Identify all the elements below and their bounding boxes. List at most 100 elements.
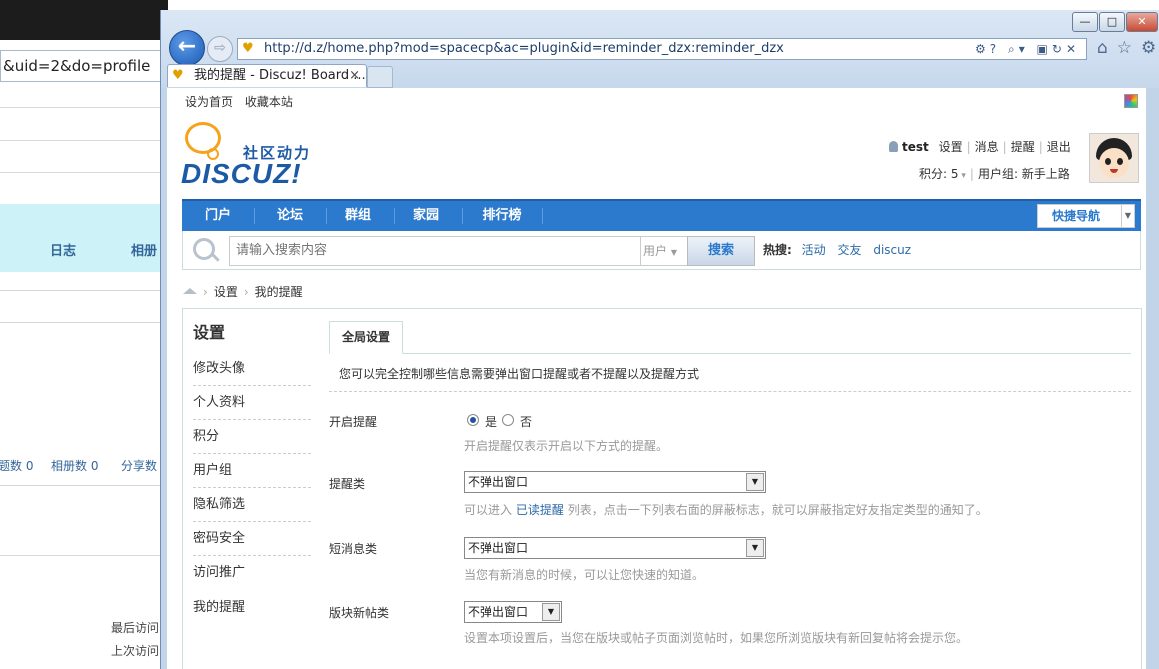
hot-search: 热搜: 活动 交友 discuz: [763, 231, 919, 269]
enable-no-label: 否: [520, 415, 533, 429]
sidebar-item-avatar[interactable]: 修改头像: [193, 352, 311, 386]
sidebar-item-privacy[interactable]: 隐私筛选: [193, 488, 311, 522]
stat-shares[interactable]: 分享数: [121, 457, 157, 474]
search-button[interactable]: 搜索: [687, 236, 755, 266]
nav-forum[interactable]: 论坛: [262, 201, 318, 231]
favicon-icon: ♥: [242, 41, 254, 56]
user-bar: test 设置 | 消息 | 提醒 | 退出: [889, 138, 1071, 155]
forum-new-posts-label: 版块新帖类: [329, 606, 390, 620]
sidebar-item-promotion[interactable]: 访问推广: [193, 556, 311, 589]
hot-search-label: 热搜:: [763, 243, 792, 257]
hot-term-link[interactable]: 交友: [837, 243, 861, 257]
logo-name: DISCUZ!: [181, 158, 302, 189]
nav-portal[interactable]: 门户: [190, 201, 246, 231]
settings-description: 您可以完全控制哪些信息需要弹出窗口提醒或者不提醒以及提醒方式: [339, 367, 700, 381]
maximize-button[interactable]: □: [1099, 12, 1125, 32]
hot-term-link[interactable]: discuz: [873, 243, 911, 257]
address-tools-icon[interactable]: ⚙? ⌕▾ ▣↻✕: [975, 39, 1080, 59]
enable-yes-label: 是: [485, 415, 498, 429]
browser-window: — □ ✕ ← ⇨ ♥ http://d.z/home.php?mod=spac…: [160, 10, 1159, 669]
background-tab-blog[interactable]: 日志: [50, 240, 76, 259]
divider: [0, 140, 160, 141]
credits-dropdown[interactable]: 积分: 5: [919, 167, 959, 181]
chevron-down-icon: ▼: [746, 473, 764, 491]
sidebar-item-reminders[interactable]: 我的提醒: [183, 591, 320, 625]
nav-home[interactable]: 家园: [398, 201, 454, 231]
divider: [0, 107, 160, 108]
site-logo[interactable]: 社区动力 DISCUZ!: [181, 122, 361, 189]
tab-global-settings[interactable]: 全局设置: [329, 321, 403, 354]
short-message-select[interactable]: 不弹出窗口 ▼: [464, 537, 766, 559]
bookmark-link[interactable]: 收藏本站: [245, 95, 293, 109]
nav-ranking[interactable]: 排行榜: [470, 201, 534, 231]
user-reminders-link[interactable]: 提醒: [1011, 140, 1035, 154]
background-tab-album[interactable]: 相册: [131, 240, 157, 259]
breadcrumb-settings[interactable]: 设置: [214, 285, 238, 299]
forum-new-posts-value: 不弹出窗口: [468, 605, 529, 619]
web-page: 设为首页 收藏本站 社区动力 DISCUZ! test 设置 | 消息 | 提醒 | 退出 …: [167, 88, 1146, 669]
nav-groups[interactable]: 群组: [330, 201, 386, 231]
sidebar-item-credits[interactable]: 积分: [193, 420, 311, 454]
sidebar-item-security[interactable]: 密码安全: [193, 522, 311, 556]
read-reminders-link[interactable]: 已读提醒: [516, 503, 564, 517]
stat-threads[interactable]: 话题数 0: [0, 457, 33, 474]
address-bar[interactable]: ♥ http://d.z/home.php?mod=spacecp&ac=plu…: [237, 38, 1087, 60]
stat-albums[interactable]: 相册数 0: [51, 457, 98, 474]
background-tab-strip: [0, 204, 160, 272]
breadcrumb: › 设置 › 我的提醒: [183, 283, 303, 300]
divider: [0, 290, 160, 291]
forum-new-posts-select[interactable]: 不弹出窗口 ▼: [464, 601, 562, 623]
dark-desktop-strip: [0, 0, 168, 40]
close-window-button[interactable]: ✕: [1126, 12, 1158, 32]
prev-visit-label: 上次访问: [111, 644, 160, 658]
avatar[interactable]: [1089, 133, 1139, 183]
username-link[interactable]: test: [902, 140, 929, 154]
background-url-bar[interactable]: &uid=2&do=profile: [0, 50, 164, 82]
main-nav: 门户 论坛 群组 家园 排行榜 快捷导航 ▼: [182, 199, 1141, 231]
enable-yes-radio[interactable]: [467, 414, 479, 426]
user-settings-link[interactable]: 设置: [939, 140, 963, 154]
browser-tab[interactable]: ♥ 我的提醒 - Discuz! Board ... ×: [167, 64, 367, 87]
chevron-down-icon: ▼: [542, 603, 560, 621]
search-bar: 用户 ▼ 搜索 热搜: 活动 交友 discuz: [182, 231, 1141, 270]
search-scope-select[interactable]: 用户 ▼: [639, 236, 688, 266]
enable-hint: 开启提醒仅表示开启以下方式的提醒。: [464, 439, 669, 453]
top-links: 设为首页 收藏本站: [185, 93, 301, 110]
sidebar-item-profile[interactable]: 个人资料: [193, 386, 311, 420]
sidebar-item-usergroup[interactable]: 用户组: [193, 454, 311, 488]
new-tab-button[interactable]: [367, 66, 393, 88]
remind-type-hint: 可以进入 已读提醒 列表，点击一下列表右面的屏蔽标志，就可以屏蔽指定好友指定类型…: [464, 503, 988, 517]
user-icon: [889, 141, 898, 152]
enable-reminder-label: 开启提醒: [329, 415, 378, 429]
remind-type-label: 提醒类: [329, 477, 366, 491]
minimize-button[interactable]: —: [1072, 12, 1098, 32]
address-url[interactable]: http://d.z/home.php?mod=spacecp&ac=plugi…: [264, 39, 784, 59]
settings-sidebar: 设置 修改头像 个人资料 积分 用户组 隐私筛选 密码安全 访问推广 我的提醒: [182, 308, 321, 669]
hot-term-link[interactable]: 活动: [802, 243, 826, 257]
browser-chrome: — □ ✕ ← ⇨ ♥ http://d.z/home.php?mod=spac…: [161, 10, 1159, 88]
logout-link[interactable]: 退出: [1047, 140, 1071, 154]
enable-no-radio[interactable]: [502, 414, 514, 426]
quick-nav-button[interactable]: 快捷导航 ▼: [1037, 204, 1135, 228]
sidebar-title: 设置: [193, 323, 226, 342]
remind-type-select[interactable]: 不弹出窗口 ▼: [464, 471, 766, 493]
forum-new-posts-hint: 设置本项设置后，当您在版块或帖子页面浏览帖时，如果您所浏览版块有新回复帖将会提示…: [464, 631, 969, 645]
settings-content: 全局设置 您可以完全控制哪些信息需要弹出窗口提醒或者不提醒以及提醒方式 开启提醒…: [319, 308, 1142, 669]
back-button[interactable]: ←: [169, 30, 205, 66]
home-favorites-tools-icon[interactable]: ⌂☆⚙: [1097, 38, 1159, 58]
home-icon[interactable]: [183, 288, 197, 294]
forward-button[interactable]: ⇨: [207, 36, 233, 62]
tab-title: 我的提醒 - Discuz! Board ...: [194, 68, 366, 83]
divider: [0, 172, 160, 173]
last-visit-label: 最后访问: [111, 621, 160, 635]
short-message-value: 不弹出窗口: [468, 541, 529, 555]
user-group-link[interactable]: 用户组: 新手上路: [978, 167, 1070, 181]
chevron-down-icon: ▼: [746, 539, 764, 557]
user-info: 积分: 5 ▾ | 用户组: 新手上路: [919, 167, 1070, 181]
user-messages-link[interactable]: 消息: [975, 140, 999, 154]
set-homepage-link[interactable]: 设为首页: [185, 95, 233, 109]
tab-close-icon[interactable]: ×: [349, 65, 360, 87]
remind-type-value: 不弹出窗口: [468, 475, 529, 489]
style-switch-icon[interactable]: [1124, 94, 1138, 108]
search-input[interactable]: [229, 236, 641, 266]
